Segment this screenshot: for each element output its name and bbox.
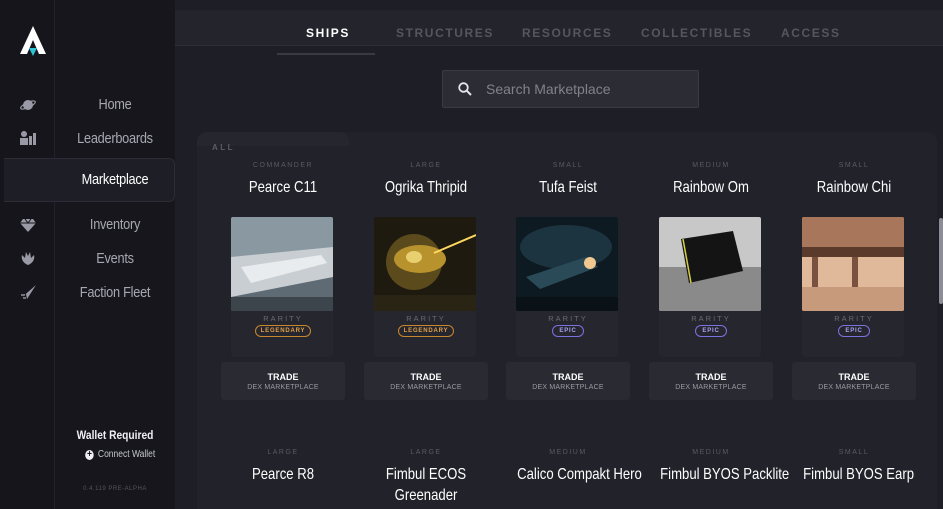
tab-access[interactable]: ACCESS [781,26,841,40]
trade-button[interactable]: TRADE DEX MARKETPLACE [649,362,773,400]
tab-collectibles[interactable]: COLLECTIBLES [641,26,752,40]
trade-button[interactable]: TRADE DEX MARKETPLACE [506,362,630,400]
ship-icon[interactable] [17,281,39,303]
nav-leaderboards[interactable]: Leaderboards [64,130,166,147]
wallet-required-label: Wallet Required [76,428,154,442]
trade-label: TRADE [552,372,584,382]
ship-card[interactable]: LARGE Ogrika Thripid RARITY LEGENDARY TR… [364,162,488,400]
ship-class: LARGE [267,449,299,456]
ship-card[interactable]: MEDIUM Fimbul BYOS Packlite [649,449,790,486]
ship-card[interactable]: SMALL Rainbow Chi RARITY EPIC TRADE DEX … [792,162,916,400]
rarity-label: RARITY [406,314,446,323]
trade-sub-label: DEX MARKETPLACE [247,384,319,391]
rarity-badge: EPIC [695,325,727,337]
ship-name: Fimbul ECOS Greenader [385,466,467,504]
rarity-badge: EPIC [552,325,584,337]
ship-class: LARGE [410,449,442,456]
ship-class: SMALL [838,449,870,456]
ship-name: Rainbow Om [673,179,749,196]
nav-inventory[interactable]: Inventory [64,216,166,233]
nav-faction-fleet[interactable]: Faction Fleet [64,284,166,301]
ship-class: LARGE [410,162,442,169]
diamond-icon[interactable] [17,214,39,236]
ship-card[interactable]: MEDIUM Calico Compakt Hero [506,449,642,486]
trade-sub-label: DEX MARKETPLACE [818,384,890,391]
trade-label: TRADE [695,372,727,382]
search-input[interactable] [486,81,676,97]
search-bar[interactable] [442,70,699,108]
ship-class: SMALL [552,162,584,169]
tab-resources[interactable]: RESOURCES [522,26,612,40]
scrollbar-thumb[interactable] [939,218,943,304]
tab-structures[interactable]: STRUCTURES [396,26,494,40]
ship-name: Tufa Feist [539,179,597,196]
ship-class: MEDIUM [549,449,587,456]
ship-image [802,217,904,311]
rarity-label: RARITY [691,314,731,323]
plus-icon: + [85,448,94,460]
logo-icon[interactable] [18,24,48,58]
nav-events[interactable]: Events [64,250,166,267]
ship-card[interactable]: LARGE Fimbul ECOS Greenader [364,449,488,506]
ship-class: MEDIUM [692,162,730,169]
tab-underline [277,53,375,55]
ship-name: Fimbul BYOS Earp [803,466,914,483]
trade-sub-label: DEX MARKETPLACE [390,384,462,391]
trade-button[interactable]: TRADE DEX MARKETPLACE [364,362,488,400]
ship-card[interactable]: COMMANDER Pearce C11 RARITY LEGENDARY TR… [221,162,345,400]
ship-name: Ogrika Thripid [384,179,468,196]
main-content: SHIPS STRUCTURES RESOURCES COLLECTIBLES … [175,0,943,509]
ship-card[interactable]: LARGE Pearce R8 [221,449,345,486]
rarity-label: RARITY [548,314,588,323]
rarity-label: RARITY [834,314,874,323]
ship-image [374,217,476,311]
ship-image [231,217,333,311]
ship-card[interactable]: SMALL Tufa Feist RARITY EPIC TRADE DEX M… [506,162,630,400]
ship-card[interactable]: SMALL Fimbul BYOS Earp [792,449,916,486]
rarity-badge: LEGENDARY [255,325,311,337]
category-tabs: SHIPS STRUCTURES RESOURCES COLLECTIBLES … [175,10,943,55]
trade-button[interactable]: TRADE DEX MARKETPLACE [792,362,916,400]
trade-label: TRADE [410,372,442,382]
connect-wallet-label: Connect Wallet [97,449,156,460]
ship-name: Fimbul BYOS Packlite [660,466,790,483]
search-icon [458,82,472,96]
planet-icon[interactable] [17,94,39,116]
ship-image [516,217,618,311]
icon-rail [0,0,55,509]
connect-wallet-button[interactable]: + Connect Wallet [85,449,155,460]
tab-ships[interactable]: SHIPS [306,26,350,40]
ship-name: Calico Compakt Hero [517,466,642,483]
ship-name: Pearce R8 [252,466,314,483]
version-label: 0.4.119 PRE-ALPHA [83,486,147,492]
trade-button[interactable]: TRADE DEX MARKETPLACE [221,362,345,400]
trade-sub-label: DEX MARKETPLACE [532,384,604,391]
nav-home[interactable]: Home [64,96,166,113]
podium-icon[interactable] [17,127,39,149]
ship-name: Pearce C11 [248,179,318,196]
nav-marketplace[interactable]: Marketplace [64,171,166,188]
rarity-badge: EPIC [838,325,870,337]
filter-all-label[interactable]: ALL [212,143,235,152]
ship-class: COMMANDER [252,162,314,169]
ship-card[interactable]: MEDIUM Rainbow Om RARITY EPIC TRADE DEX … [649,162,773,400]
ship-class: MEDIUM [692,449,730,456]
trade-sub-label: DEX MARKETPLACE [675,384,747,391]
trade-label: TRADE [267,372,299,382]
rarity-label: RARITY [263,314,303,323]
sidebar-nav: Home Leaderboards Inventory Events Facti… [55,0,175,509]
rarity-badge: LEGENDARY [398,325,454,337]
trade-label: TRADE [838,372,870,382]
ship-name: Rainbow Chi [816,179,892,196]
ship-image [659,217,761,311]
ship-class: SMALL [838,162,870,169]
faction-icon[interactable] [17,247,39,269]
